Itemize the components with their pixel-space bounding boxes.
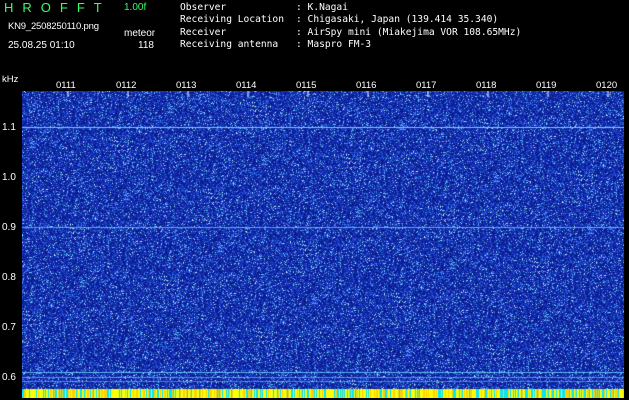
- y-axis-unit: kHz: [2, 74, 19, 85]
- time-tick-label: 0111: [56, 80, 76, 91]
- info-label: Receiving Location: [180, 14, 284, 26]
- y-tick-label: 0.6: [2, 372, 16, 383]
- info-value: : AirSpy mini (Miakejima VOR 108.65MHz): [296, 26, 522, 38]
- datetime-label: 25.08.25 01:10: [8, 40, 75, 51]
- time-tick-label: 0116: [356, 80, 377, 91]
- info-value: : Chigasaki, Japan (139.414 35.340): [296, 14, 499, 26]
- time-tick-label: 0112: [116, 80, 137, 91]
- time-tick-label: 0120: [596, 80, 618, 91]
- version-label: 1.00f: [124, 2, 147, 13]
- info-label: Receiver: [180, 26, 227, 38]
- y-tick-label: 1.1: [2, 122, 16, 133]
- y-tick-label: 0.7: [2, 322, 16, 333]
- info-row-antenna: Receiving antenna : Maspro FM-3: [180, 39, 521, 51]
- y-tick-label: 1.0: [2, 172, 16, 183]
- mode-label: meteor: [124, 28, 156, 39]
- y-tick-label: 0.8: [2, 272, 16, 283]
- time-tick-label: 0114: [236, 80, 257, 91]
- meteor-count: 118: [138, 40, 154, 51]
- spectrogram-plot: [22, 91, 624, 398]
- y-tick-label: 0.9: [2, 222, 16, 233]
- filename-label: KN9_2508250110.png: [8, 21, 99, 32]
- info-row-receiver: Receiver : AirSpy mini (Miakejima VOR 108…: [180, 27, 521, 39]
- time-tick-label: 0115: [296, 80, 317, 91]
- time-tick-label: 0118: [476, 80, 497, 91]
- time-tick-label: 0119: [536, 80, 557, 91]
- info-row-location: Receiving Location : Chigasaki, Japan (13…: [180, 14, 521, 26]
- time-tick-label: 0117: [416, 80, 437, 91]
- info-label: Observer: [180, 2, 227, 13]
- app-title: HROFFT: [4, 0, 111, 15]
- info-value: : Maspro FM-3: [296, 38, 372, 50]
- info-label: Receiving antenna: [180, 38, 279, 50]
- info-value: : K.Nagai: [296, 2, 348, 13]
- info-row-observer: Observer : K.Nagai: [180, 2, 521, 14]
- observation-info: Observer : K.Nagai Receiving Location : Ch…: [180, 2, 521, 51]
- time-tick-label: 0113: [176, 80, 197, 91]
